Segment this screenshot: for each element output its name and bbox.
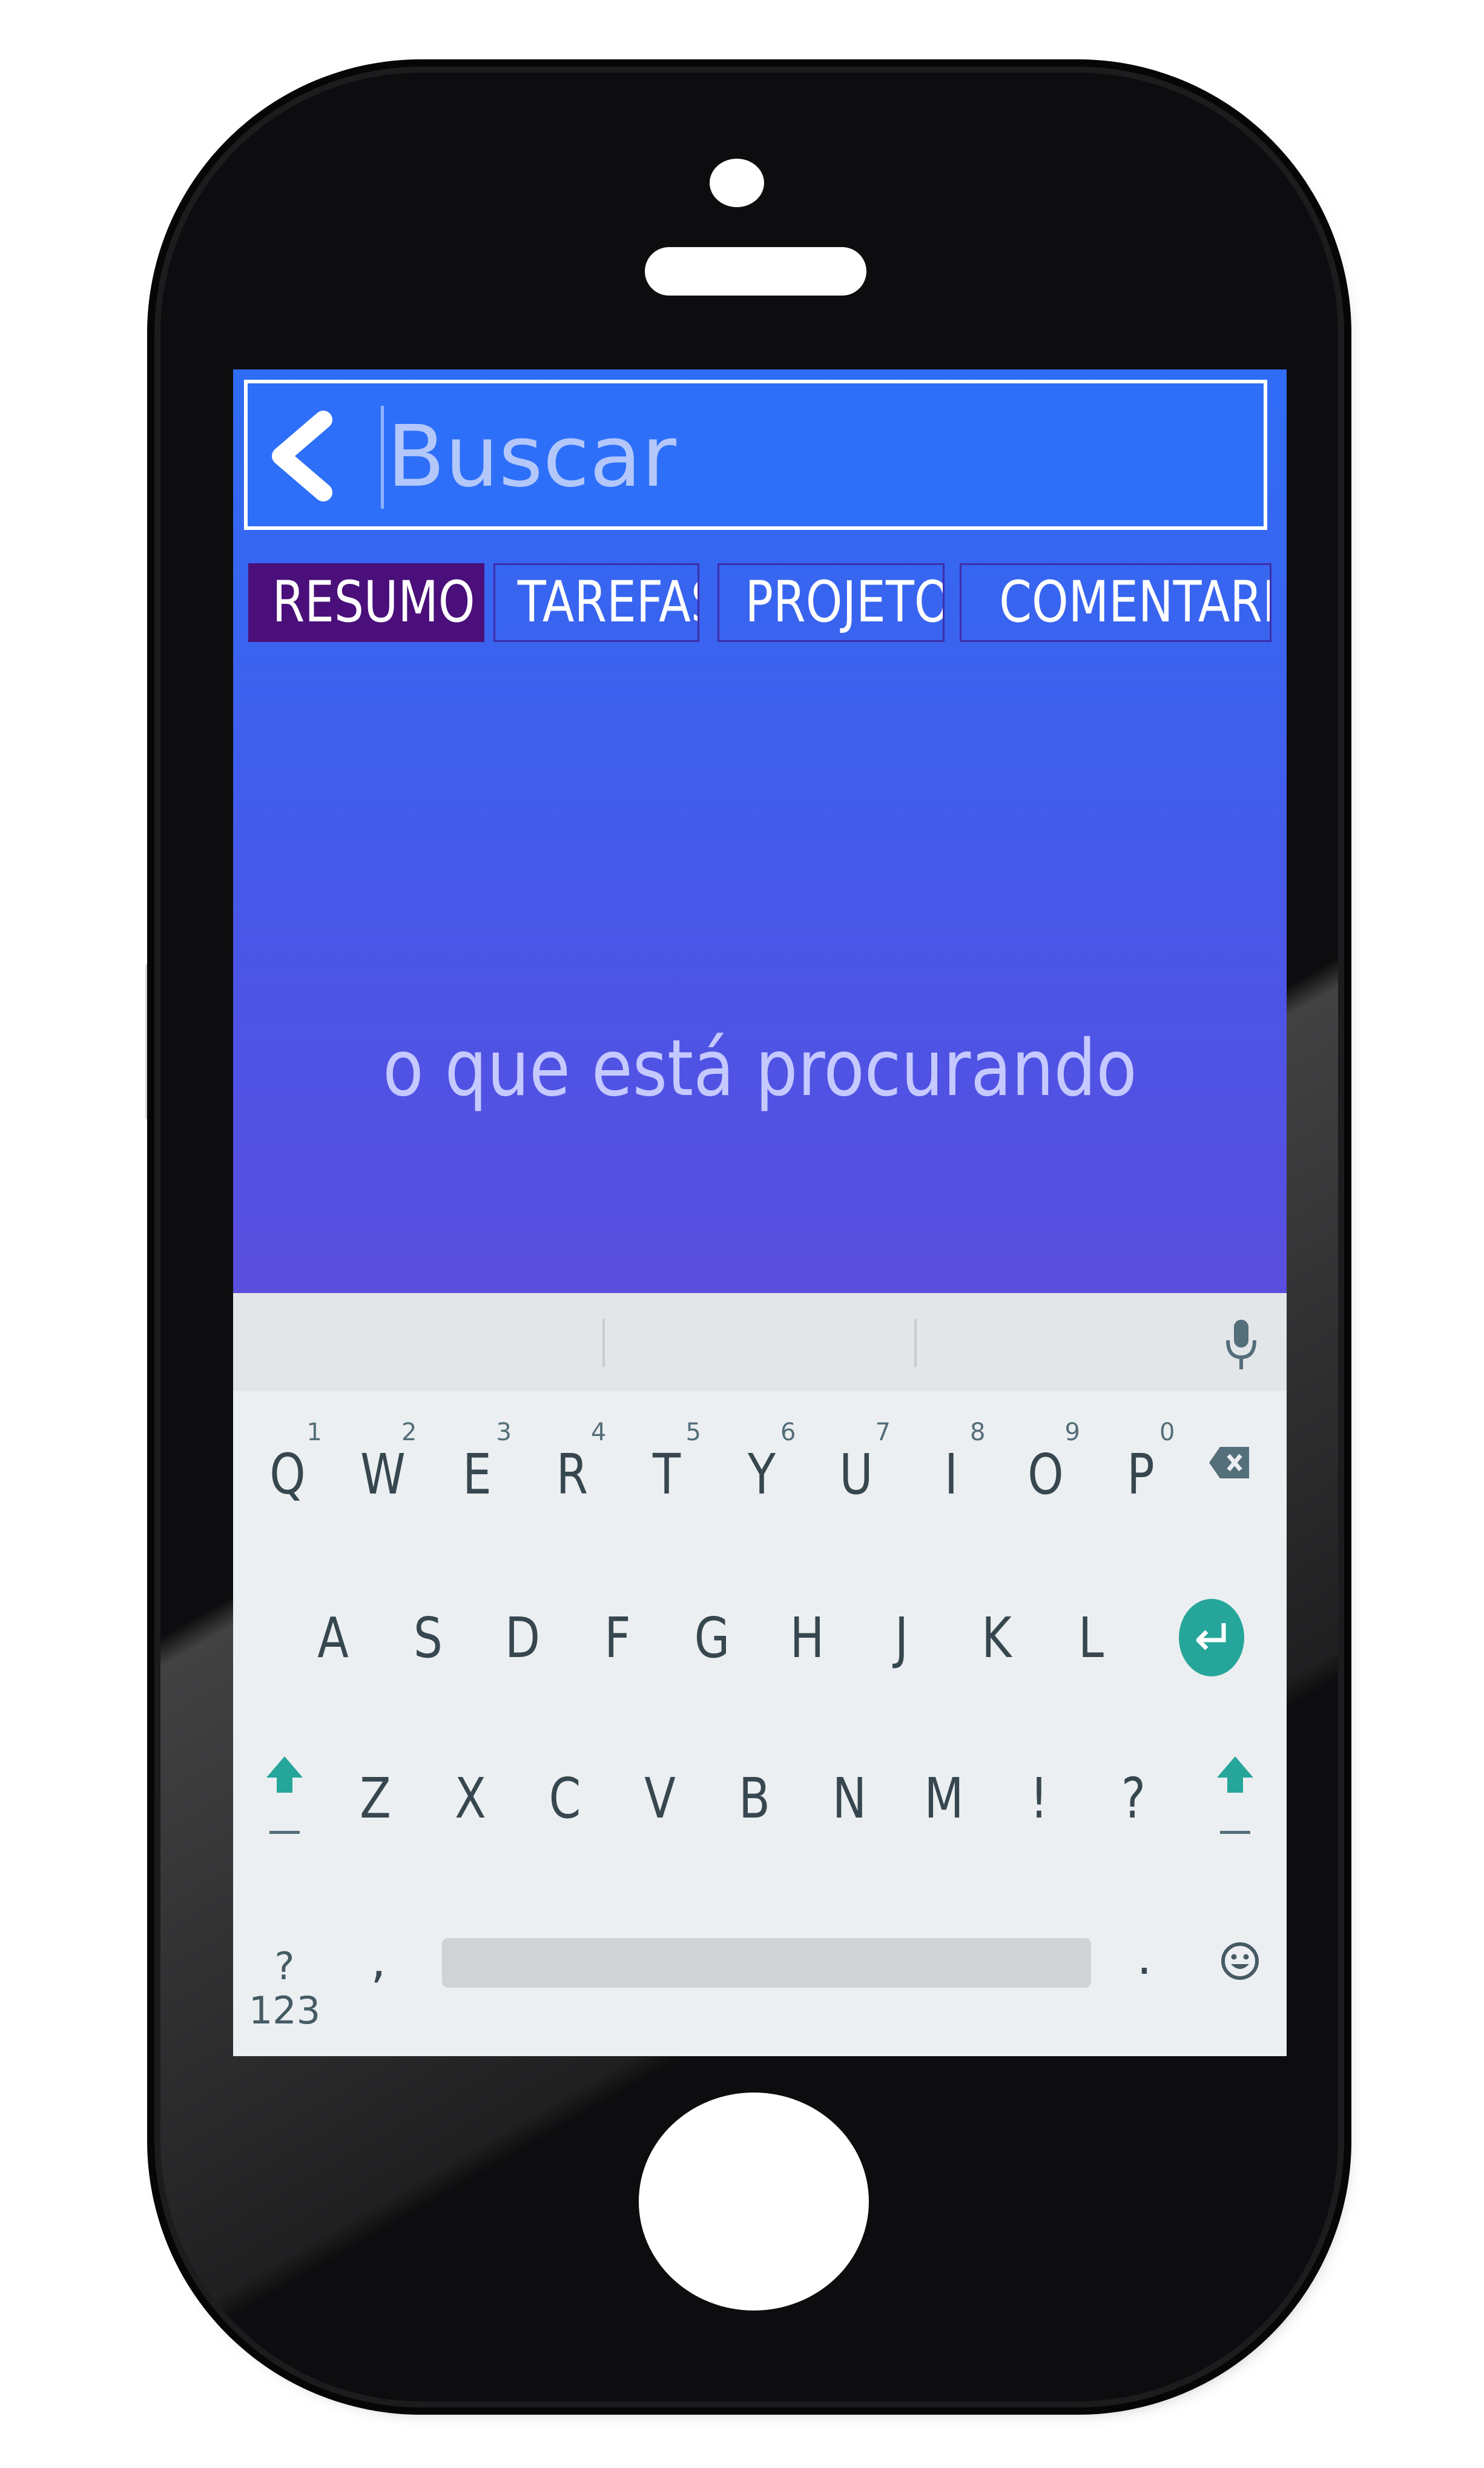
key-label: M xyxy=(924,1766,964,1831)
spacebar[interactable] xyxy=(442,1938,1091,1988)
key-number-hint: 3 xyxy=(496,1418,512,1446)
key-number-hint: 6 xyxy=(780,1418,796,1446)
key-exclamation[interactable]: ! xyxy=(1012,1765,1066,1832)
key-number-hint: 9 xyxy=(1064,1418,1080,1446)
key-n[interactable]: N xyxy=(822,1765,877,1832)
key-label: B xyxy=(739,1766,770,1831)
suggestion-strip xyxy=(233,1293,1287,1391)
search-screen: RESUMO TAREFAS PROJETOS COMENTARIOS o qu… xyxy=(233,369,1287,1293)
key-label: I xyxy=(944,1442,958,1507)
search-input[interactable] xyxy=(387,405,1235,508)
back-arrow-icon[interactable] xyxy=(263,411,341,501)
key-number-hint: 7 xyxy=(875,1418,891,1446)
key-m[interactable]: M xyxy=(917,1765,971,1832)
key-label: ? xyxy=(1121,1766,1146,1831)
key-z[interactable]: Z xyxy=(348,1765,403,1832)
key-label: U xyxy=(839,1442,873,1507)
suggestion-divider xyxy=(914,1318,917,1367)
key-label: A xyxy=(317,1606,349,1670)
tab-resumo[interactable]: RESUMO xyxy=(248,563,484,642)
key-label: R xyxy=(556,1442,588,1507)
front-camera xyxy=(710,159,764,207)
key-label: Q xyxy=(269,1442,306,1507)
tab-tarefas[interactable]: TAREFAS xyxy=(493,563,699,642)
key-l[interactable]: L xyxy=(1064,1605,1118,1672)
tab-comentarios[interactable]: COMENTARIOS xyxy=(960,563,1271,642)
key-u[interactable]: U7 xyxy=(829,1418,891,1508)
key-label: ! xyxy=(1029,1766,1048,1831)
key-label: C xyxy=(549,1766,581,1831)
key-b[interactable]: B xyxy=(727,1765,782,1832)
key-label: X xyxy=(454,1766,486,1831)
period-key[interactable]: . xyxy=(1129,1929,1159,1985)
key-number-hint: 0 xyxy=(1159,1418,1175,1446)
key-label: Z xyxy=(360,1766,391,1831)
key-label: H xyxy=(790,1606,824,1670)
key-label: K xyxy=(981,1606,1012,1670)
tab-projetos[interactable]: PROJETOS xyxy=(717,563,945,642)
key-a[interactable]: A xyxy=(306,1605,360,1672)
shift-icon[interactable] xyxy=(1214,1753,1256,1838)
phone-screen: RESUMO TAREFAS PROJETOS COMENTARIOS o qu… xyxy=(233,369,1287,2056)
key-label: Y xyxy=(747,1442,776,1507)
key-number-hint: 2 xyxy=(401,1418,417,1446)
shift-icon[interactable] xyxy=(263,1753,306,1838)
tab-label: RESUMO xyxy=(272,569,475,635)
key-number-hint: 5 xyxy=(685,1418,701,1446)
microphone-icon[interactable] xyxy=(1223,1317,1259,1372)
key-label: F xyxy=(604,1606,631,1670)
key-label: T xyxy=(652,1442,681,1507)
key-label: O xyxy=(1027,1442,1064,1507)
key-label: J xyxy=(894,1606,909,1670)
key-label: V xyxy=(644,1766,676,1831)
search-bar xyxy=(244,380,1267,530)
key-h[interactable]: H xyxy=(780,1605,834,1672)
emoji-icon[interactable] xyxy=(1220,1941,1260,1981)
backspace-icon[interactable] xyxy=(1208,1444,1252,1481)
key-number-hint: 4 xyxy=(591,1418,607,1446)
enter-key[interactable] xyxy=(1179,1599,1244,1676)
key-e[interactable]: E3 xyxy=(450,1418,512,1508)
key-f[interactable]: F xyxy=(590,1605,645,1672)
key-y[interactable]: Y6 xyxy=(734,1418,796,1508)
tab-label: PROJETOS xyxy=(745,569,943,635)
key-label: P xyxy=(1126,1442,1155,1507)
key-t[interactable]: T5 xyxy=(639,1418,701,1508)
comma-key[interactable]: , xyxy=(363,1932,394,1988)
key-label: G xyxy=(694,1606,730,1670)
suggestion-divider xyxy=(602,1318,605,1367)
key-k[interactable]: K xyxy=(969,1605,1024,1672)
key-v[interactable]: V xyxy=(633,1765,687,1832)
key-label: D xyxy=(504,1606,541,1670)
key-d[interactable]: D xyxy=(495,1605,550,1672)
key-label: W xyxy=(360,1442,406,1507)
key-q[interactable]: Q1 xyxy=(260,1418,322,1508)
key-r[interactable]: R4 xyxy=(545,1418,606,1508)
text-cursor xyxy=(381,406,384,509)
empty-state-text: o que está procurando xyxy=(383,1024,1137,1114)
key-s[interactable]: S xyxy=(401,1605,455,1672)
key-number-hint: 1 xyxy=(306,1418,322,1446)
enter-icon xyxy=(1196,1623,1226,1650)
key-o[interactable]: O9 xyxy=(1018,1418,1080,1508)
key-i[interactable]: I8 xyxy=(924,1418,985,1508)
tab-label: COMENTARIOS xyxy=(999,569,1270,635)
key-j[interactable]: J xyxy=(874,1605,929,1672)
key-label: S xyxy=(413,1606,443,1670)
key-w[interactable]: W2 xyxy=(355,1418,417,1508)
key-g[interactable]: G xyxy=(685,1605,739,1672)
key-c[interactable]: C xyxy=(538,1765,592,1832)
key-number-hint: 8 xyxy=(970,1418,986,1446)
soft-keyboard: Q1W2E3R4T5Y6U7I8O9P0 ASDFGHJKL Z X C V B N M!?… xyxy=(233,1293,1287,2056)
home-button[interactable] xyxy=(639,2093,869,2311)
key-label: N xyxy=(832,1766,866,1831)
earpiece-speaker xyxy=(645,247,866,296)
tab-label: TAREFAS xyxy=(517,569,697,635)
key-x[interactable]: X xyxy=(443,1765,498,1832)
key-question[interactable]: ? xyxy=(1106,1765,1161,1832)
key-label: E xyxy=(463,1442,492,1507)
key-label: L xyxy=(1078,1606,1104,1670)
symbols-key[interactable]: ?123 xyxy=(245,1944,324,2033)
key-p[interactable]: P0 xyxy=(1113,1418,1175,1508)
